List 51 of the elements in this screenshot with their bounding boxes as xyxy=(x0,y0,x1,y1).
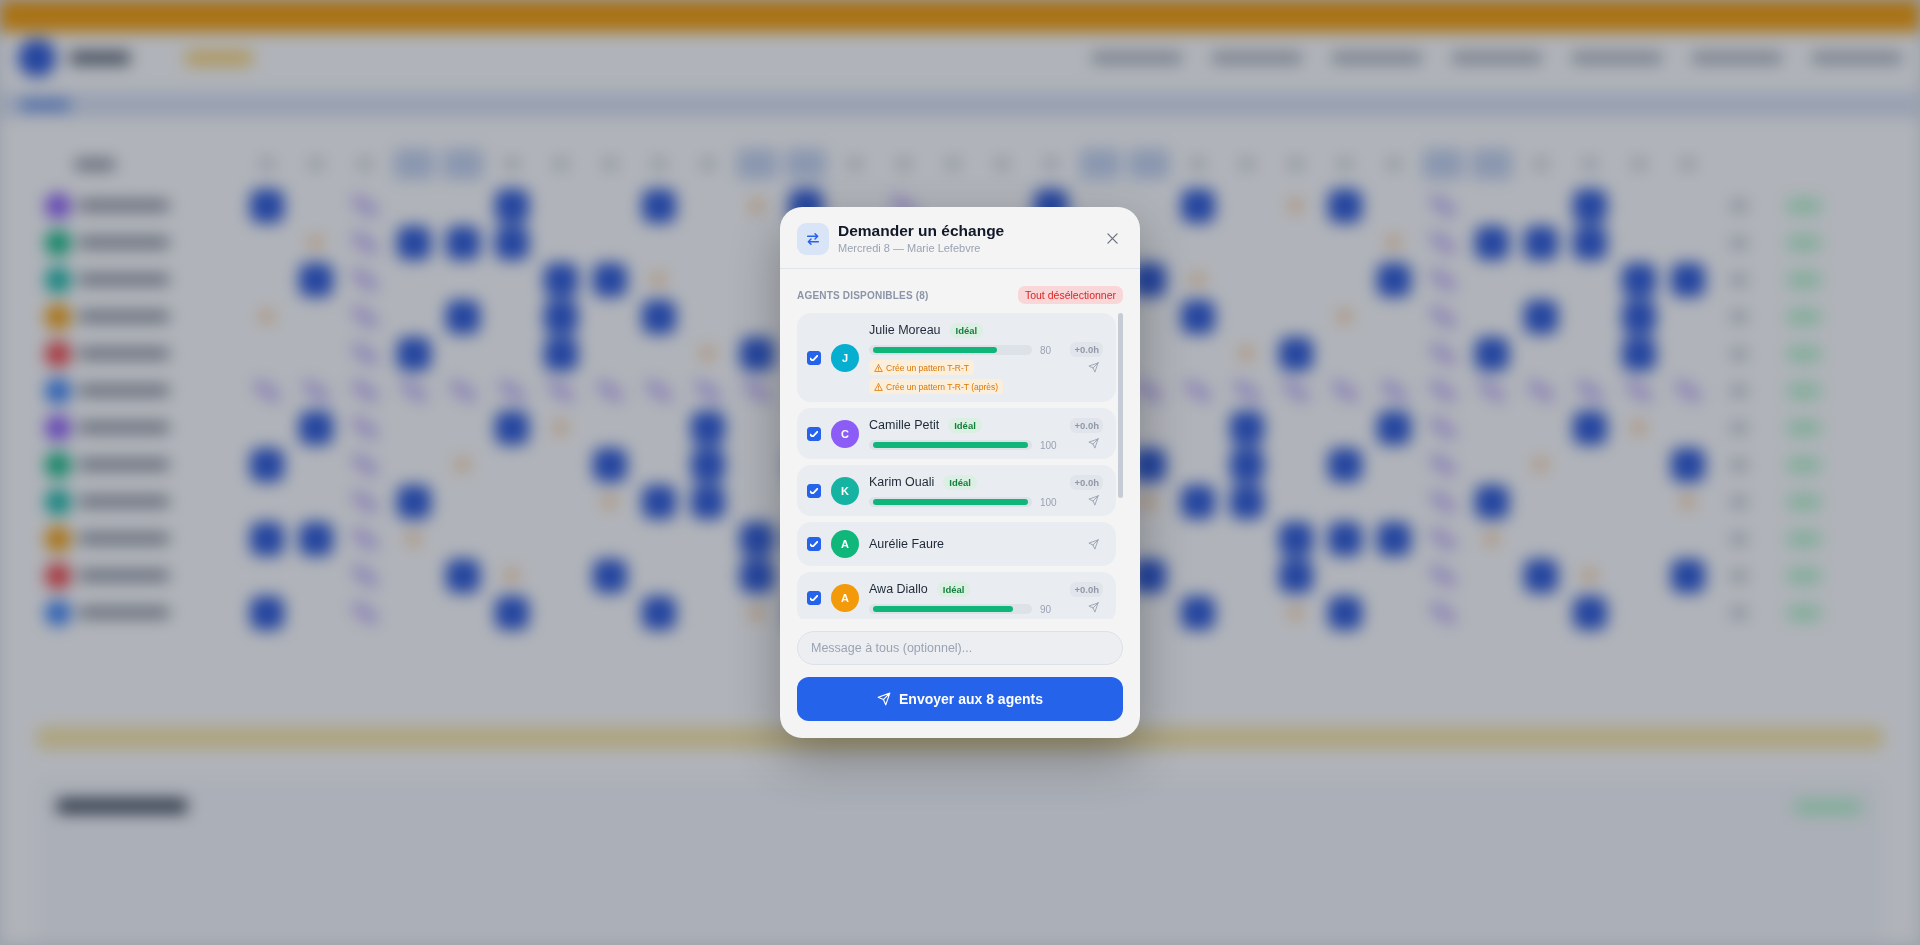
hours-delta: +0.0h xyxy=(1070,582,1103,597)
warning-text: Crée un pattern T-R-T xyxy=(886,362,969,373)
section-label: AGENTS DISPONIBLES (8) xyxy=(797,289,929,301)
send-button[interactable]: Envoyer aux 8 agents xyxy=(797,677,1123,721)
score-value: 100 xyxy=(1040,496,1057,508)
close-icon[interactable] xyxy=(1107,233,1118,244)
score-value: 90 xyxy=(1040,603,1053,615)
checkbox[interactable] xyxy=(807,426,821,441)
message-field[interactable]: Message à tous (optionnel)... xyxy=(797,631,1123,665)
agent-card[interactable]: C Camille Petit Idéal 100 +0.0h xyxy=(797,408,1116,459)
agent-card[interactable]: K Karim Ouali Idéal 100 +0.0h xyxy=(797,465,1116,516)
match-badge: Idéal xyxy=(943,474,977,490)
checkbox[interactable] xyxy=(807,350,821,365)
warning-icon xyxy=(874,363,883,372)
agent-card[interactable]: A Aurélie Faure xyxy=(797,522,1116,566)
checkbox[interactable] xyxy=(807,590,821,605)
warning-text: Crée un pattern T-R-T (après) xyxy=(886,381,999,392)
checkmark-icon xyxy=(810,487,818,494)
checkmark-icon xyxy=(810,541,818,547)
checkmark-icon xyxy=(810,430,818,437)
agent-name: Aurélie Faure xyxy=(869,537,945,551)
score-value: 100 xyxy=(1040,439,1057,451)
agent-card[interactable]: J Julie Moreau Idéal 80 Crée un pattern T-R-T Crée un pattern T-R-T (après) +0.0h xyxy=(797,313,1116,402)
swap-arrows-icon xyxy=(797,222,829,255)
agent-name: Julie Moreau xyxy=(869,323,941,337)
warning-icon xyxy=(874,382,883,391)
hours-delta: +0.0h xyxy=(1070,418,1103,433)
send-icon xyxy=(877,692,891,706)
hours-delta: +0.0h xyxy=(1070,342,1103,357)
agent-avatar: J xyxy=(831,343,859,372)
dialog-subtitle: Mercredi 8 — Marie Lefebvre xyxy=(838,242,982,255)
agent-name: Camille Petit xyxy=(869,418,940,432)
agent-name: Karim Ouali xyxy=(869,475,935,489)
hours-delta: +0.0h xyxy=(1070,475,1103,490)
agent-avatar: A xyxy=(831,583,859,612)
agent-avatar: A xyxy=(831,530,859,558)
deselect-all-button[interactable]: Tout désélectionner xyxy=(1017,286,1123,304)
agent-avatar: C xyxy=(831,419,859,448)
checkmark-icon xyxy=(810,354,818,361)
agent-avatar: K xyxy=(831,476,859,505)
checkbox[interactable] xyxy=(807,537,821,551)
scrollbar-thumb[interactable] xyxy=(1118,313,1123,498)
agent-card[interactable]: A Awa Diallo Idéal 90 +0.0h xyxy=(797,572,1116,619)
agent-name: Awa Diallo xyxy=(869,582,928,596)
score-value: 80 xyxy=(1040,344,1053,356)
checkmark-icon xyxy=(810,594,818,601)
match-badge: Idéal xyxy=(936,581,971,597)
match-badge: Idéal xyxy=(949,322,984,338)
dialog-title: Demander un échange xyxy=(838,222,1006,240)
checkbox[interactable] xyxy=(807,483,821,498)
match-badge: Idéal xyxy=(948,417,982,433)
